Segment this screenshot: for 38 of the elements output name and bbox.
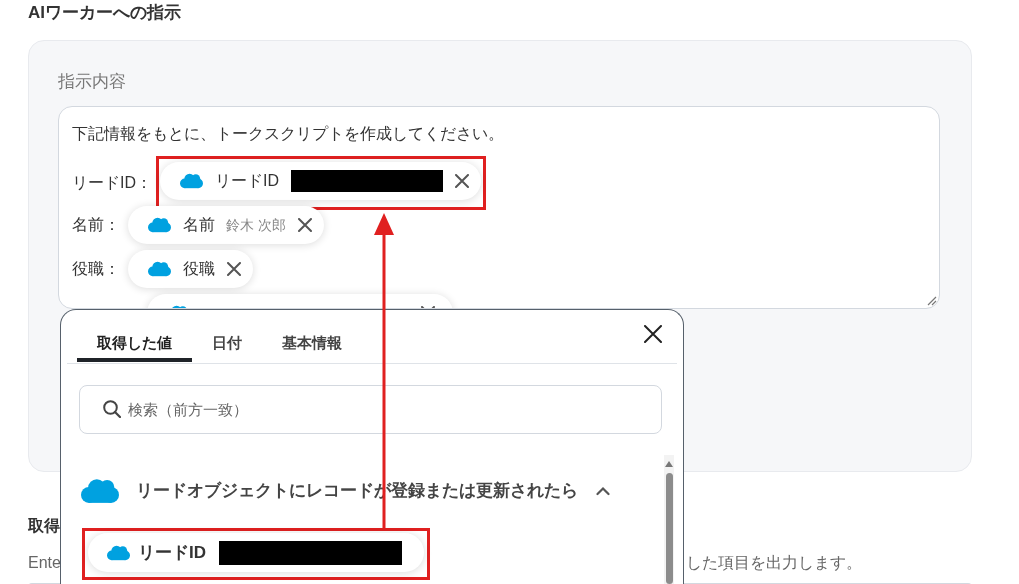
cloud-icon: [81, 478, 119, 504]
cloud-icon: [180, 173, 203, 189]
variable-chip[interactable]: 役職: [128, 250, 253, 288]
search-icon: [103, 400, 121, 418]
field-label: 名前：: [72, 215, 120, 235]
section-title: 取得: [28, 516, 60, 536]
scrollbar-thumb[interactable]: [665, 473, 673, 584]
cloud-icon: [148, 261, 171, 277]
instruction-editor[interactable]: 下記情報をもとに、トークスクリプトを作成してください。 リードID： リードID 名前： 名前 鈴木 次郎 役職： 役職: [58, 106, 940, 309]
scroll-up-icon[interactable]: [665, 460, 673, 467]
search-field[interactable]: 検索（前方一致）: [79, 385, 662, 434]
picker-tab[interactable]: 基本情報: [262, 310, 362, 362]
chip-label: 名前: [183, 215, 215, 235]
section-title: AIワーカーへの指示: [28, 2, 181, 24]
description-text: Ente: [28, 553, 61, 573]
picker-tab[interactable]: 取得した値: [77, 310, 192, 362]
picker-tab[interactable]: 日付: [192, 310, 262, 362]
close-icon[interactable]: [644, 324, 662, 343]
variable-chip[interactable]: リードID: [160, 162, 481, 200]
scrollbar-track[interactable]: [664, 455, 674, 584]
chip-label: リードID: [138, 542, 206, 563]
cloud-icon: [107, 544, 130, 561]
variable-chip[interactable]: 名前 鈴木 次郎: [128, 206, 324, 244]
field-label: リードID：: [72, 173, 152, 193]
caret-up-icon[interactable]: [596, 486, 610, 496]
chip-label: 役職: [183, 259, 215, 279]
description-text: した項目を出力します。: [686, 553, 862, 573]
chip-label: リードID: [215, 171, 279, 191]
field-label: 役職：: [72, 259, 120, 279]
remove-icon[interactable]: [227, 262, 241, 276]
remove-icon[interactable]: [297, 218, 312, 232]
field-label: 指示内容: [58, 71, 126, 93]
instruction-text: 下記情報をもとに、トークスクリプトを作成してください。: [72, 124, 504, 144]
cloud-icon: [148, 217, 171, 233]
variable-chip[interactable]: リードID: [88, 533, 424, 572]
chip-value: 鈴木 次郎: [226, 216, 286, 234]
remove-icon[interactable]: [455, 174, 469, 188]
resize-handle-icon[interactable]: [927, 296, 937, 306]
